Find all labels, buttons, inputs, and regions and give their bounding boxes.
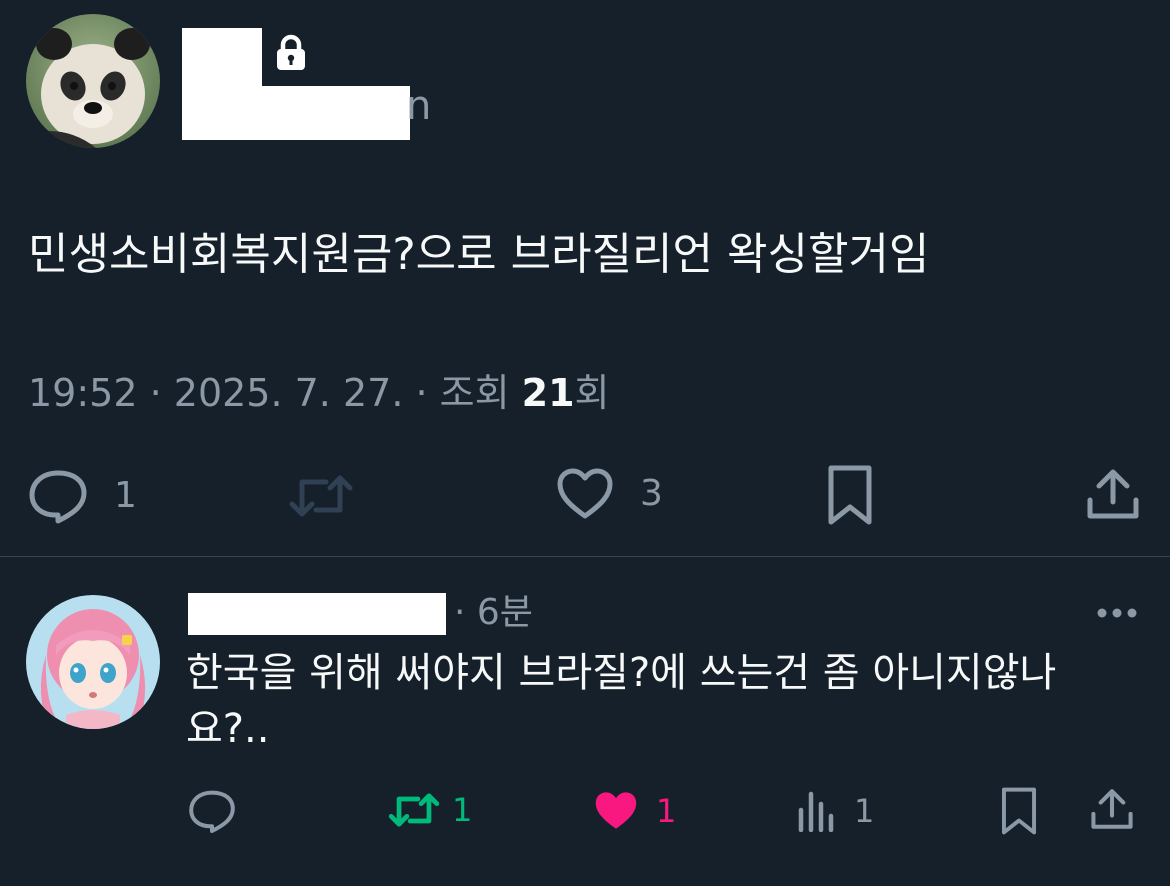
redacted-handle bbox=[182, 86, 410, 140]
heart-icon bbox=[556, 468, 614, 520]
bookmark-icon bbox=[1000, 786, 1038, 836]
reply-bookmark-button[interactable] bbox=[1000, 786, 1038, 836]
reply-views-button[interactable]: 1 bbox=[796, 790, 874, 832]
like-count: 3 bbox=[640, 473, 663, 514]
reply-reply-button[interactable] bbox=[188, 788, 236, 834]
author-avatar[interactable] bbox=[26, 14, 160, 148]
main-tweet: n 민생소비회복지원금?으로 브라질리언 왁싱할거임 19:52 · 2025.… bbox=[0, 0, 1170, 556]
tweet-text: 민생소비회복지원금?으로 브라질리언 왁싱할거임 bbox=[28, 229, 930, 280]
redacted-display-name bbox=[182, 28, 262, 88]
handle-visible-tail: n bbox=[406, 83, 432, 129]
meta-separator: · bbox=[137, 371, 174, 415]
tweet-time: 19:52 bbox=[28, 371, 138, 415]
views-label: 조회 bbox=[439, 371, 522, 415]
like-button[interactable]: 3 bbox=[556, 468, 663, 520]
retweet-button[interactable] bbox=[288, 472, 354, 520]
views-suffix: 회 bbox=[574, 371, 610, 415]
bookmark-button[interactable] bbox=[826, 464, 874, 526]
reply-action-bar: 1 1 1 bbox=[0, 782, 1170, 842]
reply-button[interactable]: 1 bbox=[28, 468, 137, 524]
reply-text: 한국을 위해 써야지 브라질?에 쓰는건 좀 아니지않나요?.. bbox=[186, 650, 1057, 752]
bookmark-icon bbox=[826, 464, 874, 526]
lock-icon bbox=[274, 34, 308, 72]
reply-like-button[interactable]: 1 bbox=[592, 790, 676, 832]
reply-tweet[interactable]: · 6분 한국을 위해 써야지 브라질?에 쓰는건 좀 아니지않나요?.. 1 … bbox=[0, 557, 1170, 886]
heart-filled-icon bbox=[592, 790, 640, 832]
share-icon bbox=[1090, 788, 1134, 830]
reply-views-count: 1 bbox=[854, 792, 875, 830]
more-dots-icon[interactable] bbox=[1096, 605, 1138, 619]
reply-like-count: 1 bbox=[656, 792, 677, 830]
redacted-reply-name bbox=[188, 593, 446, 635]
views-count[interactable]: 21 bbox=[522, 371, 575, 415]
analytics-bars-icon bbox=[796, 790, 836, 832]
retweet-icon bbox=[288, 472, 354, 520]
reply-share-button[interactable] bbox=[1090, 788, 1134, 830]
reply-timestamp[interactable]: · 6분 bbox=[454, 591, 533, 635]
meta-separator: · bbox=[403, 371, 440, 415]
tweet-date: 2025. 7. 27. bbox=[173, 371, 404, 415]
reply-retweet-button[interactable]: 1 bbox=[388, 790, 472, 830]
reply-retweet-count: 1 bbox=[452, 791, 473, 829]
tweet-meta: 19:52 · 2025. 7. 27. · 조회 21회 bbox=[28, 368, 610, 418]
tweet-action-bar: 1 3 bbox=[0, 460, 1170, 530]
share-icon bbox=[1086, 468, 1140, 520]
reply-bubble-icon bbox=[28, 468, 88, 524]
share-button[interactable] bbox=[1086, 468, 1140, 520]
retweet-icon bbox=[388, 790, 440, 830]
reply-count: 1 bbox=[114, 475, 137, 516]
reply-author-avatar[interactable] bbox=[26, 595, 160, 729]
reply-bubble-icon bbox=[188, 788, 236, 834]
